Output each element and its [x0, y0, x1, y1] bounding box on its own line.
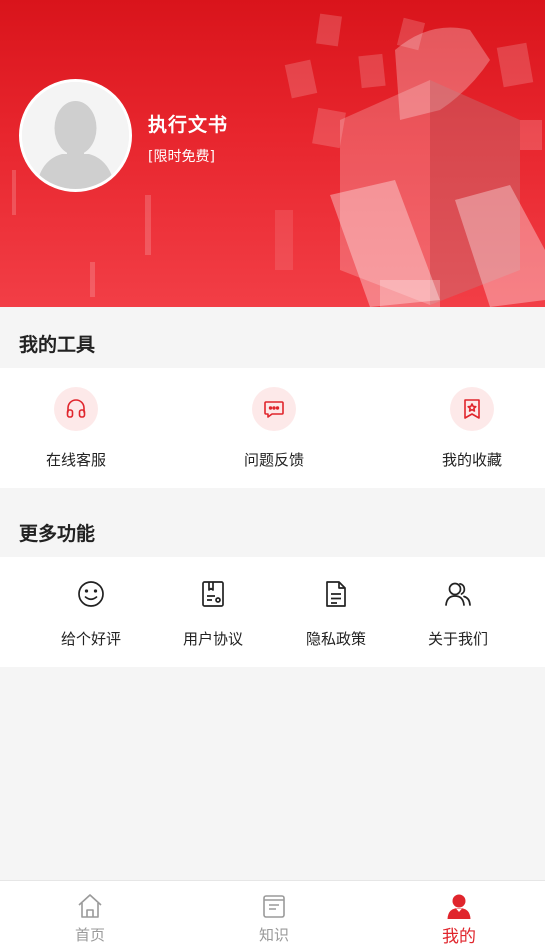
smile-icon [78, 581, 104, 607]
person-icon [447, 894, 471, 919]
headset-icon [54, 387, 98, 431]
tab-label: 知识 [258, 926, 289, 944]
more-panel: 给个好评 用户协议 隐私政策 关于我们 [0, 557, 545, 667]
tab-mine[interactable]: 我的 [399, 881, 519, 948]
tool-label: 问题反馈 [243, 451, 304, 469]
profile-header: 执行文书 [限时免费] [0, 0, 545, 307]
users-icon [445, 582, 471, 606]
avatar[interactable] [19, 79, 132, 192]
user-name: 执行文书 [148, 114, 229, 136]
chat-bubble-icon [252, 387, 296, 431]
tool-label: 我的收藏 [441, 451, 502, 469]
rate-us-button[interactable]: 给个好评 [29, 557, 153, 667]
tool-label: 在线客服 [45, 451, 106, 469]
tools-panel: 在线客服 问题反馈 我的收藏 [0, 368, 545, 488]
home-icon [78, 894, 102, 918]
document-icon [326, 581, 346, 607]
membership-status: [限时免费] [148, 149, 215, 165]
func-label: 用户协议 [182, 630, 243, 648]
privacy-policy-button[interactable]: 隐私政策 [274, 557, 398, 667]
section-title-more: 更多功能 [19, 523, 96, 545]
tab-knowledge[interactable]: 知识 [214, 881, 334, 948]
tab-home[interactable]: 首页 [30, 881, 150, 948]
default-user-icon [22, 82, 129, 189]
section-title-tools: 我的工具 [19, 334, 96, 356]
tab-label: 我的 [442, 927, 476, 947]
online-service-button[interactable]: 在线客服 [6, 368, 146, 488]
func-label: 给个好评 [60, 630, 121, 648]
book-icon [263, 895, 285, 918]
func-label: 隐私政策 [305, 630, 366, 648]
favorites-button[interactable]: 我的收藏 [402, 368, 542, 488]
agreement-icon [202, 581, 224, 607]
user-agreement-button[interactable]: 用户协议 [151, 557, 275, 667]
about-us-button[interactable]: 关于我们 [396, 557, 520, 667]
bottom-tab-bar: 首页 知识 我的 [0, 880, 545, 948]
tab-label: 首页 [74, 926, 105, 944]
bookmark-star-icon [450, 387, 494, 431]
feedback-button[interactable]: 问题反馈 [204, 368, 344, 488]
func-label: 关于我们 [427, 630, 488, 648]
